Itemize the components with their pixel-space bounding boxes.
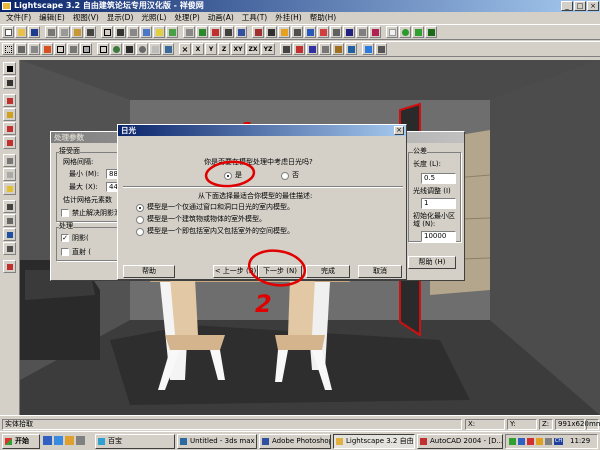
3dsmax-icon <box>180 438 187 445</box>
quick-launch <box>43 436 93 447</box>
clock: 11:29 <box>570 437 591 445</box>
network-icon[interactable] <box>509 438 516 445</box>
task-autocad[interactable]: AutoCAD 2004 - [D... <box>417 434 503 449</box>
usb-icon[interactable] <box>545 438 552 445</box>
task-photoshop-label: Adobe Photoshop <box>272 437 331 445</box>
status-unit: mm <box>586 419 600 430</box>
status-z: Z: <box>539 419 553 430</box>
volume-icon[interactable] <box>518 438 525 445</box>
task-3dsmax-label: Untitled - 3ds max ... <box>190 437 257 445</box>
task-lightscape[interactable]: Lightscape 3.2 自由... <box>333 434 415 449</box>
ie-icon[interactable] <box>54 436 63 445</box>
taskbar: 开始 百宝 Untitled - 3ds max ... Adobe Photo… <box>0 431 600 450</box>
start-button[interactable]: 开始 <box>2 434 40 449</box>
media-icon[interactable] <box>76 436 85 445</box>
annotation-circle-yes <box>204 160 256 188</box>
autocad-icon <box>420 438 427 445</box>
task-lightscape-label: Lightscape 3.2 自由... <box>346 437 415 445</box>
input-method-icon[interactable]: CH <box>554 438 563 445</box>
status-mode: 实体拾取 <box>2 419 462 430</box>
status-y: Y: <box>507 419 537 430</box>
status-bar: 实体拾取 X: Y: Z: 991x620 mm <box>0 415 600 431</box>
status-x: X: <box>465 419 505 430</box>
antivirus-icon[interactable] <box>527 438 534 445</box>
task-autocad-label: AutoCAD 2004 - [D... <box>430 437 503 445</box>
task-baibao[interactable]: 百宝 <box>95 434 175 449</box>
annotation-circle-next <box>247 249 307 287</box>
desktop-icon[interactable] <box>43 436 52 445</box>
messenger-icon[interactable] <box>536 438 543 445</box>
status-size: 991x620 <box>555 419 589 430</box>
windows-logo-icon <box>5 438 12 445</box>
photoshop-icon <box>262 438 269 445</box>
baibao-icon <box>98 438 105 445</box>
system-tray: CH 11:29 <box>505 434 598 449</box>
lightscape-icon <box>336 438 343 445</box>
start-label: 开始 <box>15 437 29 445</box>
task-3dsmax[interactable]: Untitled - 3ds max ... <box>177 434 257 449</box>
folder-icon[interactable] <box>65 436 74 445</box>
annotation-overlay <box>204 160 307 287</box>
task-photoshop[interactable]: Adobe Photoshop <box>259 434 331 449</box>
task-baibao-label: 百宝 <box>108 437 122 445</box>
